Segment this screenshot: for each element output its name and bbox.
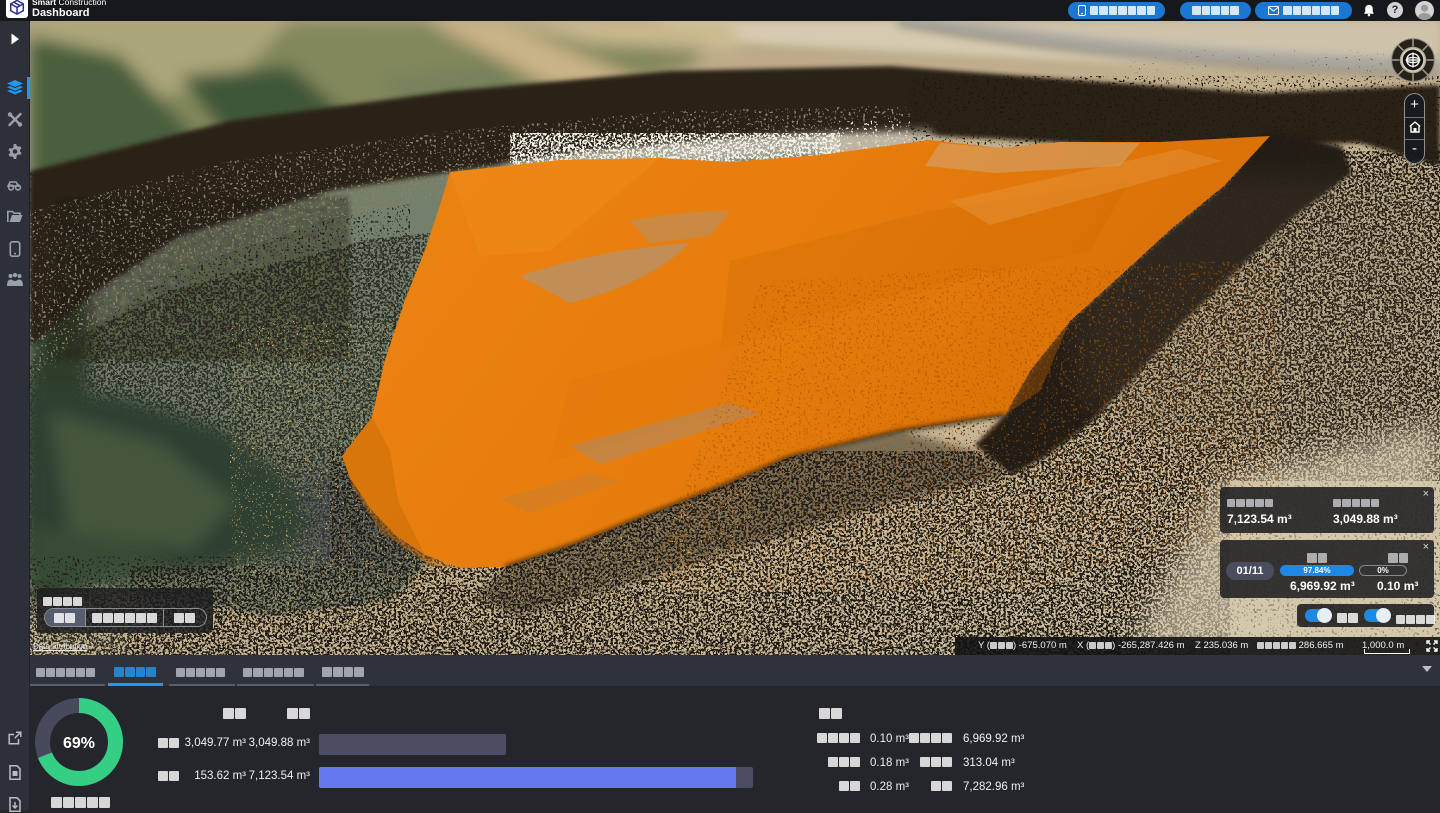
svg-text:69%: 69%: [63, 735, 95, 752]
